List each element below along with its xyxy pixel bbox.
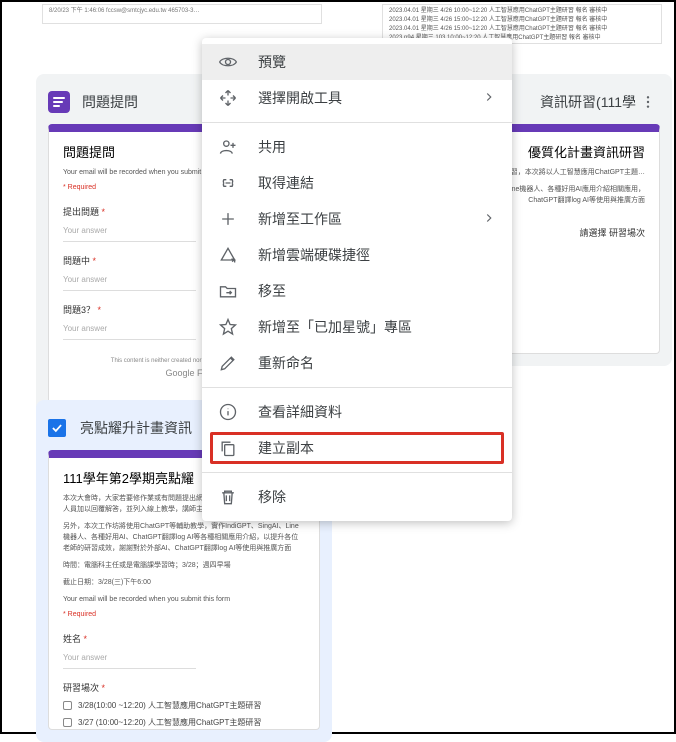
menu-drive-shortcut[interactable]: 新增雲端硬碟捷徑 bbox=[202, 237, 512, 273]
pencil-icon bbox=[218, 353, 238, 373]
menu-get-link[interactable]: 取得連結 bbox=[202, 165, 512, 201]
eye-icon bbox=[218, 52, 238, 72]
person-add-icon bbox=[218, 137, 238, 157]
star-icon bbox=[218, 317, 238, 337]
menu-rename[interactable]: 重新命名 bbox=[202, 345, 512, 381]
chevron-right-icon bbox=[482, 211, 496, 228]
drive-shortcut-icon bbox=[218, 245, 238, 265]
menu-label: 查看詳細資料 bbox=[258, 402, 342, 422]
menu-make-copy[interactable]: 建立副本 bbox=[202, 430, 512, 466]
menu-label: 預覽 bbox=[258, 52, 286, 72]
menu-label: 重新命名 bbox=[258, 353, 314, 373]
menu-divider bbox=[202, 472, 512, 473]
menu-divider bbox=[202, 387, 512, 388]
context-menu: 預覽 選擇開啟工具 共用 取得連結 新增至工作區 bbox=[202, 38, 512, 521]
menu-label: 建立副本 bbox=[258, 438, 314, 458]
menu-label: 移除 bbox=[258, 487, 286, 507]
menu-remove[interactable]: 移除 bbox=[202, 479, 512, 515]
menu-share[interactable]: 共用 bbox=[202, 129, 512, 165]
checkbox-checked-icon[interactable] bbox=[48, 419, 66, 437]
menu-move-to[interactable]: 移至 bbox=[202, 273, 512, 309]
plus-icon bbox=[218, 209, 238, 229]
menu-label: 移至 bbox=[258, 281, 286, 301]
chevron-right-icon bbox=[482, 90, 496, 107]
menu-label: 新增至「已加星號」專區 bbox=[258, 317, 412, 337]
info-icon bbox=[218, 402, 238, 422]
bg-thumb-left: 8/20/23 下午 1:46:06 fccsw@smtcjyc.edu.tw … bbox=[42, 4, 322, 24]
menu-label: 取得連結 bbox=[258, 173, 314, 193]
folder-move-icon bbox=[218, 281, 238, 301]
right-card-title: 資訊研習(111學 bbox=[515, 92, 636, 112]
trash-icon bbox=[218, 487, 238, 507]
menu-label: 選擇開啟工具 bbox=[258, 88, 342, 108]
copy-icon bbox=[218, 438, 238, 458]
menu-open-with[interactable]: 選擇開啟工具 bbox=[202, 80, 512, 116]
link-icon bbox=[218, 173, 238, 193]
menu-label: 共用 bbox=[258, 137, 286, 157]
menu-add-workspace[interactable]: 新增至工作區 bbox=[202, 201, 512, 237]
more-icon[interactable] bbox=[636, 94, 660, 110]
menu-details[interactable]: 查看詳細資料 bbox=[202, 394, 512, 430]
open-with-icon bbox=[218, 88, 238, 108]
menu-add-starred[interactable]: 新增至「已加星號」專區 bbox=[202, 309, 512, 345]
menu-label: 新增至工作區 bbox=[258, 209, 342, 229]
menu-divider bbox=[202, 122, 512, 123]
menu-preview[interactable]: 預覽 bbox=[202, 44, 512, 80]
thumb-text: 8/20/23 下午 1:46:06 fccsw@smtcjyc.edu.tw … bbox=[43, 5, 321, 17]
forms-icon bbox=[48, 91, 70, 113]
menu-label: 新增雲端硬碟捷徑 bbox=[258, 245, 370, 265]
